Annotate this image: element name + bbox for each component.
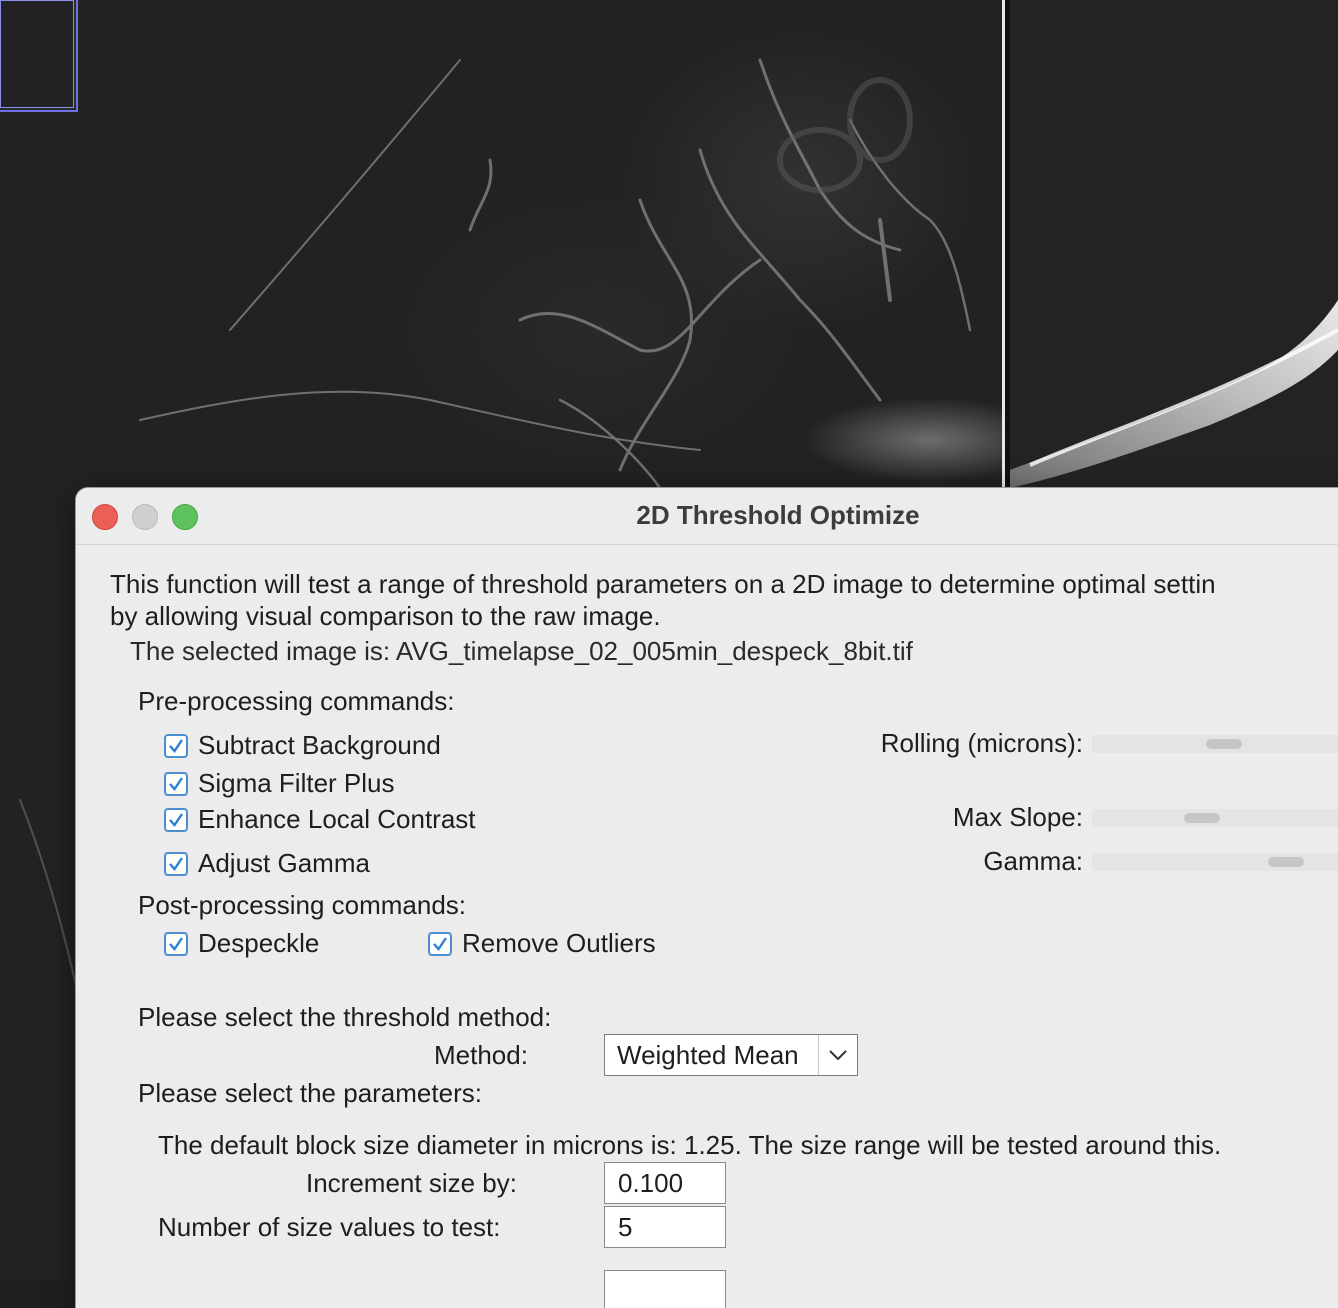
num-values-field[interactable]: 5 <box>604 1206 726 1248</box>
sigma-filter-checkbox[interactable]: Sigma Filter Plus <box>164 768 395 799</box>
checkbox-box[interactable] <box>164 771 188 796</box>
adjust-gamma-checkbox[interactable]: Adjust Gamma <box>164 848 370 879</box>
postprocessing-heading: Post-processing commands: <box>138 890 467 920</box>
preprocessing-heading: Pre-processing commands: <box>138 686 455 716</box>
checkmark-icon <box>169 738 183 753</box>
checkbox-label: Subtract Background <box>198 730 441 760</box>
gamma-slider[interactable] <box>1092 853 1338 871</box>
enhance-local-contrast-checkbox[interactable]: Enhance Local Contrast <box>164 804 476 835</box>
next-field[interactable] <box>604 1270 726 1308</box>
chevron-down-icon[interactable] <box>818 1035 857 1075</box>
subtract-background-checkbox[interactable]: Subtract Background <box>164 730 441 761</box>
despeckle-checkbox[interactable]: Despeckle <box>164 928 319 959</box>
method-select[interactable]: Weighted Mean <box>604 1034 858 1076</box>
rolling-slider-knob[interactable] <box>1206 739 1242 749</box>
checkbox-box[interactable] <box>164 807 188 832</box>
method-label: Method: <box>434 1040 528 1070</box>
remove-outliers-checkbox[interactable]: Remove Outliers <box>428 928 656 959</box>
checkbox-box[interactable] <box>164 931 188 956</box>
rolling-slider[interactable] <box>1092 735 1338 753</box>
title-bar[interactable]: 2D Threshold Optimize <box>76 488 1338 545</box>
selected-image-text: The selected image is: AVG_timelapse_02_… <box>130 636 913 666</box>
checkbox-box[interactable] <box>164 851 188 876</box>
threshold-heading: Please select the threshold method: <box>138 1002 552 1032</box>
max-slope-slider[interactable] <box>1092 809 1338 827</box>
dialog-title: 2D Threshold Optimize <box>636 500 920 530</box>
rolling-label: Rolling (microns): <box>880 728 1083 758</box>
checkbox-label: Sigma Filter Plus <box>198 768 395 798</box>
increment-label: Increment size by: <box>306 1168 517 1198</box>
gamma-slider-knob[interactable] <box>1268 857 1304 867</box>
parameters-heading: Please select the parameters: <box>138 1078 482 1108</box>
checkbox-label: Enhance Local Contrast <box>198 804 476 834</box>
checkbox-label: Remove Outliers <box>462 928 656 958</box>
checkmark-icon <box>169 936 183 951</box>
checkmark-icon <box>169 776 183 791</box>
checkmark-icon <box>169 856 183 871</box>
checkbox-label: Despeckle <box>198 928 320 958</box>
method-select-value: Weighted Mean <box>617 1039 799 1070</box>
block-size-text: The default block size diameter in micro… <box>158 1130 1222 1160</box>
checkmark-icon <box>169 812 183 827</box>
checkbox-label: Adjust Gamma <box>198 848 370 878</box>
intro-line-2: by allowing visual comparison to the raw… <box>110 601 661 631</box>
max-slope-label: Max Slope: <box>952 802 1083 832</box>
checkbox-box[interactable] <box>428 931 452 956</box>
gamma-label: Gamma: <box>983 846 1083 876</box>
checkbox-box[interactable] <box>164 733 188 758</box>
num-values-label: Number of size values to test: <box>158 1212 501 1242</box>
bright-tissue-image <box>1010 300 1338 488</box>
image-window-right <box>1010 0 1338 488</box>
threshold-optimize-dialog: 2D Threshold Optimize This function will… <box>76 488 1338 1308</box>
intro-text: This function will test a range of thres… <box>110 568 1216 632</box>
max-slope-slider-knob[interactable] <box>1184 813 1220 823</box>
roi-selection-box[interactable] <box>0 0 78 112</box>
intro-line-1: This function will test a range of thres… <box>110 569 1216 599</box>
increment-field[interactable]: 0.100 <box>604 1162 726 1204</box>
checkmark-icon <box>433 936 447 951</box>
